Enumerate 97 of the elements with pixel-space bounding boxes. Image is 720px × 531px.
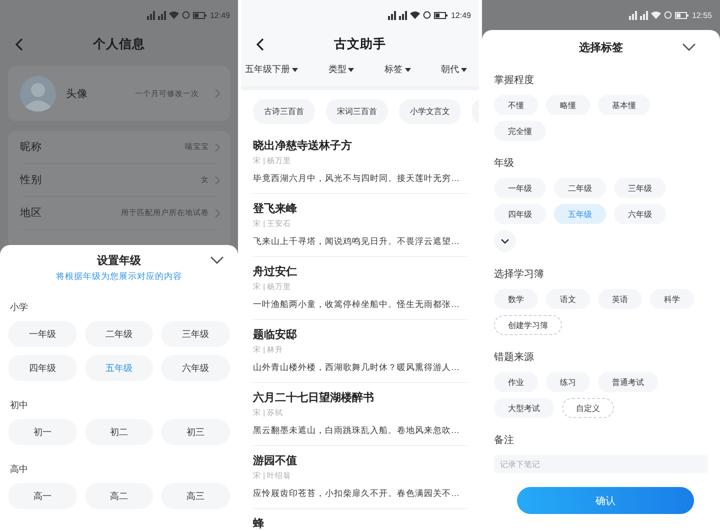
tag-option[interactable]: 略懂	[546, 95, 590, 115]
page-title: 个人信息	[93, 36, 145, 52]
section-heading: 小学	[10, 301, 29, 314]
avatar-label: 头像	[66, 86, 88, 100]
poem-title[interactable]: 蜂	[253, 516, 467, 531]
caret-icon	[404, 68, 411, 72]
poem-title[interactable]: 六月二十七日望湖楼醉书	[253, 390, 467, 405]
caret-icon	[348, 68, 354, 72]
back-icon[interactable]	[256, 38, 264, 51]
grade-option[interactable]: 六年级	[161, 355, 230, 381]
expand-button[interactable]	[494, 230, 516, 252]
add-tag-button[interactable]: 创建学习簿	[494, 315, 562, 335]
tag-option[interactable]: 语文	[546, 289, 590, 309]
filter-dropdown[interactable]: 五年级下册	[245, 61, 298, 78]
row-label: 昵称	[20, 140, 42, 154]
status-time: 12:49	[210, 10, 230, 20]
section-heading: 错题来源	[494, 350, 535, 364]
chevron-down-icon[interactable]	[210, 256, 224, 264]
row-label: 地区	[20, 206, 42, 220]
tag-option[interactable]: 三年级	[614, 178, 666, 198]
poem-title[interactable]: 游园不值	[253, 453, 467, 468]
signal-icon	[146, 10, 155, 20]
signal-icon	[398, 10, 407, 20]
collection-chip[interactable]: 小学文言文	[399, 99, 461, 124]
tag-option[interactable]: 科学	[650, 289, 694, 309]
row-label: 性别	[20, 173, 42, 187]
tag-option[interactable]: 二年级	[554, 178, 606, 198]
grade-option[interactable]: 初三	[161, 419, 230, 445]
chevron-down-icon	[501, 238, 509, 244]
tag-option[interactable]: 作业	[494, 372, 538, 392]
tag-option[interactable]: 练习	[546, 372, 590, 392]
grade-option[interactable]: 二年级	[84, 321, 154, 347]
poem-excerpt: 一叶渔船两小童，收篙停棹坐船中。怪生无雨都张…	[253, 299, 460, 311]
caret-icon	[460, 68, 467, 72]
chevron-right-icon	[215, 208, 220, 218]
section-heading: 选择学习簿	[494, 268, 545, 281]
grade-option[interactable]: 高二	[84, 483, 154, 509]
note-field[interactable]: 记录下笔记	[494, 455, 708, 473]
chevron-right-icon	[215, 89, 220, 98]
tag-option[interactable]: 数学	[494, 289, 538, 309]
poem-excerpt: 黑云翻墨未遮山，白雨跳珠乱入船。卷地风来忽吹…	[253, 425, 460, 437]
collection-chip[interactable]: 古诗三百首	[253, 99, 315, 124]
section-heading: 初中	[10, 399, 29, 412]
section-heading: 备注	[494, 434, 515, 447]
tag-option[interactable]: 四年级	[494, 204, 546, 224]
tag-option[interactable]: 普通考试	[598, 372, 658, 392]
filter-dropdown[interactable]: 标签	[384, 61, 411, 78]
tag-option[interactable]: 英语	[598, 289, 642, 309]
tag-option[interactable]: 完全懂	[494, 121, 546, 141]
tag-option[interactable]: 基本懂	[598, 95, 650, 115]
sheet-title: 选择标签	[579, 40, 623, 54]
status-time: 12:49	[450, 10, 471, 20]
poem-title[interactable]: 登飞来峰	[253, 201, 467, 216]
grade-option[interactable]: 一年级	[8, 321, 77, 347]
grade-option[interactable]: 高三	[161, 483, 230, 509]
filter-dropdown[interactable]: 类型	[328, 61, 354, 78]
tag-option[interactable]: 大型考试	[494, 398, 554, 418]
grade-option[interactable]: 四年级	[8, 355, 77, 381]
section-heading: 年级	[494, 157, 515, 170]
page-title: 古文助手	[334, 36, 386, 52]
wifi-icon	[650, 11, 661, 19]
tag-option[interactable]: 不懂	[494, 95, 538, 115]
section-heading: 掌握程度	[494, 74, 535, 87]
battery-icon	[674, 12, 689, 18]
chevron-right-icon	[215, 176, 220, 184]
grade-option[interactable]: 高一	[8, 483, 77, 509]
filter-dropdown[interactable]: 朝代	[440, 61, 467, 78]
poem-excerpt: 毕竟西湖六月中，风光不与四时同。接天莲叶无穷…	[253, 173, 460, 185]
sheet-subtitle: 将根据年级为您展示对应的内容	[55, 271, 183, 283]
avatar-silhouette-icon	[20, 76, 56, 112]
wifi-icon	[410, 11, 420, 19]
grade-option[interactable]: 初二	[84, 419, 154, 445]
section-heading: 高中	[10, 463, 29, 476]
grade-option[interactable]: 初一	[8, 419, 77, 445]
poem-title[interactable]: 题临安邸	[253, 327, 467, 342]
wifi-icon	[168, 11, 179, 19]
poem-title[interactable]: 舟过安仁	[253, 264, 467, 279]
collection-chip[interactable]: 宋词三百首	[326, 99, 388, 124]
battery-icon	[192, 12, 207, 18]
battery-icon	[434, 12, 448, 18]
poem-excerpt: 应怜屐齿印苍苔，小扣柴扉久不开。春色满园关不…	[253, 488, 460, 500]
sheet-title: 设置年级	[97, 254, 141, 268]
poem-title[interactable]: 晓出净慈寺送林子方	[253, 138, 467, 153]
poem-excerpt: 飞来山上千寻塔，闻说鸡鸣见日升。不畏浮云遮望…	[253, 236, 460, 248]
caret-icon	[292, 68, 298, 72]
signal-icon	[640, 10, 648, 20]
poem-excerpt: 山外青山楼外楼，西湖歌舞几时休？暖风熏得游人…	[253, 362, 460, 374]
grade-option[interactable]: 三年级	[161, 321, 230, 347]
signal-icon	[388, 10, 396, 20]
tag-option[interactable]: 一年级	[494, 178, 546, 198]
chevron-down-icon[interactable]	[682, 43, 696, 51]
status-time: 12:55	[692, 10, 712, 20]
chevron-right-icon	[215, 142, 220, 152]
tag-option[interactable]: 六年级	[614, 204, 666, 224]
signal-icon	[628, 10, 637, 20]
add-tag-button[interactable]: 自定义	[562, 398, 614, 418]
signal-icon	[158, 10, 166, 20]
